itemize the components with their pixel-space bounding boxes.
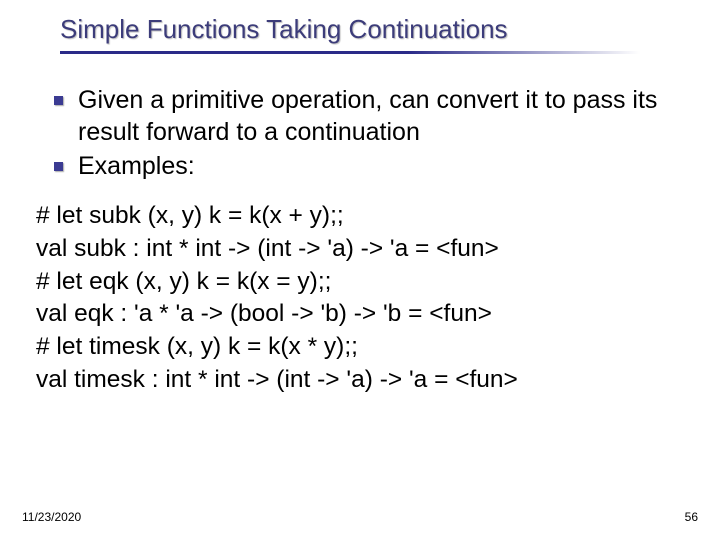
slide-title: Simple Functions Taking Continuations: [60, 14, 720, 45]
code-line: val subk : int * int -> (int -> 'a) -> '…: [36, 233, 690, 266]
bullet-item: Examples:: [54, 150, 690, 182]
slide-content: Given a primitive operation, can convert…: [0, 54, 720, 397]
slide: Simple Functions Taking Continuations Gi…: [0, 0, 720, 540]
title-wrap: Simple Functions Taking Continuations: [0, 0, 720, 45]
code-line: # let eqk (x, y) k = k(x = y);;: [36, 266, 690, 299]
code-line: val timesk : int * int -> (int -> 'a) ->…: [36, 364, 690, 397]
code-line: val eqk : 'a * 'a -> (bool -> 'b) -> 'b …: [36, 298, 690, 331]
code-line: # let subk (x, y) k = k(x + y);;: [36, 200, 690, 233]
bullet-item: Given a primitive operation, can convert…: [54, 84, 690, 148]
code-line: # let timesk (x, y) k = k(x * y);;: [36, 331, 690, 364]
code-block: # let subk (x, y) k = k(x + y);; val sub…: [36, 200, 690, 397]
bullet-list: Given a primitive operation, can convert…: [36, 84, 690, 182]
page-number: 56: [685, 510, 698, 524]
footer-date: 11/23/2020: [22, 510, 81, 524]
